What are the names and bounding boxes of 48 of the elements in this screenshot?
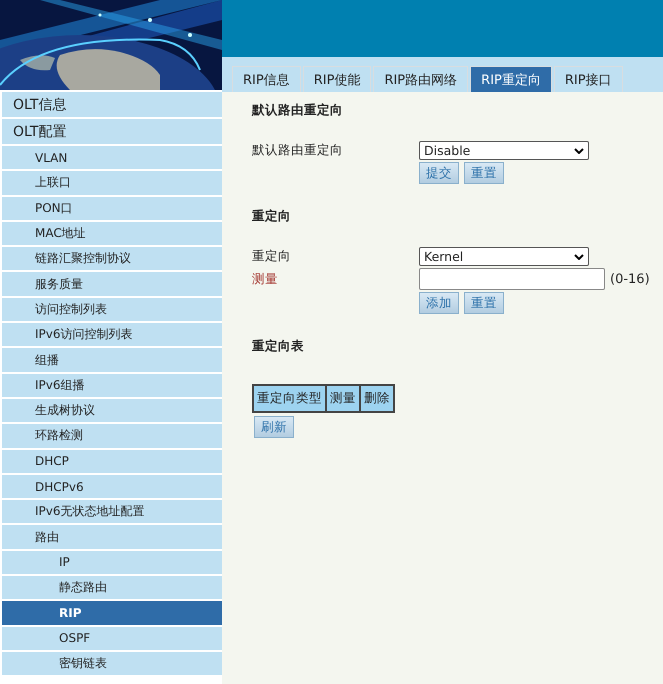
- field-label: 默认路由重定向: [252, 142, 344, 159]
- sidebar-item[interactable]: 生成树协议: [2, 398, 222, 422]
- caret-icon: [574, 148, 584, 154]
- sidebar-item[interactable]: OSPF: [2, 626, 222, 650]
- sidebar-item[interactable]: 访问控制列表: [2, 298, 222, 322]
- field-label: 测量: [252, 270, 279, 288]
- dropdown[interactable]: Disable: [419, 141, 589, 160]
- input-field[interactable]: [419, 268, 605, 290]
- sidebar-item[interactable]: 服务质量: [2, 272, 222, 296]
- sidebar-item[interactable]: IP: [2, 550, 222, 574]
- column-header: 测量: [326, 385, 360, 412]
- tab[interactable]: RIP重定向: [470, 66, 552, 92]
- sidebar-item[interactable]: OLT配置: [2, 119, 222, 144]
- sidebar-item[interactable]: 密钥链表: [2, 652, 222, 676]
- dropdown[interactable]: Kernel: [419, 247, 589, 266]
- sidebar-item[interactable]: 路由: [2, 525, 222, 549]
- sidebar-item[interactable]: PON口: [2, 196, 222, 220]
- action-button[interactable]: 提交: [419, 162, 459, 184]
- action-button[interactable]: 添加: [419, 292, 459, 314]
- sidebar-item[interactable]: OLT信息: [2, 92, 222, 117]
- sidebar-item[interactable]: IPv6访问控制列表: [2, 323, 222, 346]
- sidebar-item[interactable]: DHCPv6: [2, 474, 222, 498]
- section-title: 默认路由重定向: [252, 102, 344, 119]
- sidebar-item[interactable]: VLAN: [2, 146, 222, 170]
- sidebar-item[interactable]: DHCP: [2, 450, 222, 473]
- field-label: 重定向: [252, 248, 292, 265]
- sidebar-item[interactable]: 链路汇聚控制协议: [2, 247, 222, 270]
- action-button[interactable]: 刷新: [254, 416, 294, 438]
- sidebar-item[interactable]: IPv6无状态地址配置: [2, 500, 222, 524]
- sidebar-item[interactable]: RIP: [2, 601, 222, 625]
- column-header: 删除: [360, 385, 394, 412]
- column-header: 重定向类型: [253, 385, 326, 412]
- tab[interactable]: RIP接口: [554, 66, 623, 92]
- section-title: 重定向: [252, 208, 292, 225]
- caret-icon: [574, 254, 584, 260]
- section-title: 重定向表: [252, 338, 305, 355]
- sidebar-item[interactable]: 静态路由: [2, 576, 222, 600]
- tab[interactable]: RIP使能: [302, 66, 372, 92]
- sidebar-item[interactable]: 上联口: [2, 171, 222, 195]
- sidebar-item[interactable]: 组播: [2, 348, 222, 372]
- range-hint: (0-16): [610, 272, 650, 286]
- action-button[interactable]: 重置: [464, 162, 504, 184]
- sidebar-item[interactable]: MAC地址: [2, 222, 222, 246]
- tab[interactable]: RIP路由网络: [373, 66, 468, 92]
- sidebar-item[interactable]: 环路检测: [2, 424, 222, 448]
- sidebar-item[interactable]: IPv6组播: [2, 374, 222, 397]
- tab[interactable]: RIP信息: [232, 66, 301, 92]
- action-button[interactable]: 重置: [464, 292, 504, 314]
